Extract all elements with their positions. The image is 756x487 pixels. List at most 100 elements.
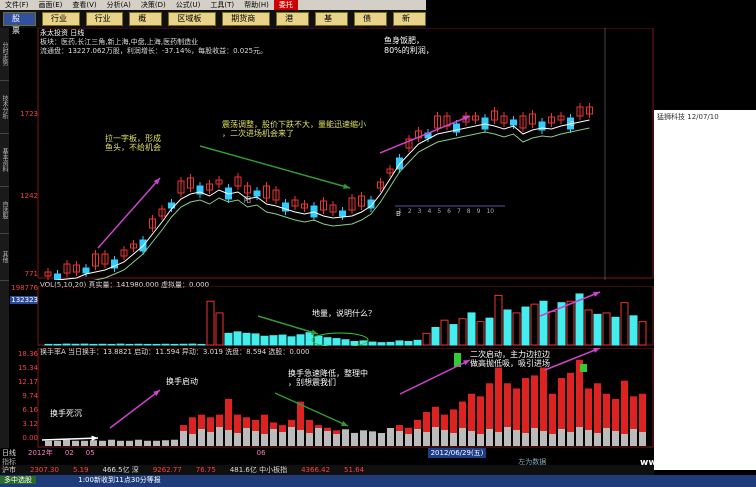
arrow-down-1-head — [343, 183, 350, 189]
turnover-bar — [531, 375, 538, 428]
year-label: 2012年 — [28, 448, 53, 457]
count-4: 4 — [427, 208, 432, 215]
price-tick-mid: 1242 — [20, 192, 38, 200]
volume-bar — [53, 343, 62, 346]
candle — [253, 190, 261, 197]
volume-bar — [530, 303, 539, 346]
menu-help[interactable]: 帮助(H) — [239, 0, 274, 10]
volume-bar — [224, 332, 233, 346]
menu-decision[interactable]: 决策(D) — [136, 0, 171, 10]
volume-bar — [638, 321, 647, 346]
volume-bar — [449, 324, 458, 346]
menu-trade[interactable]: 委托 — [273, 0, 298, 10]
right-panel-stock: 猛狮科技 — [657, 113, 685, 121]
annotation-limit-up: 拉一字板，形成 鱼头，不给机会 — [105, 134, 161, 152]
turnover-base-bar — [441, 430, 448, 446]
volume-bar — [620, 302, 629, 346]
volume-bar — [296, 334, 305, 346]
ticker-sme-change: 51.64 — [344, 466, 365, 474]
turnover-bar — [495, 367, 502, 432]
candle — [339, 210, 346, 217]
count-9: 9 — [476, 208, 481, 215]
vol-arrow-up-head — [593, 291, 600, 297]
turnover-base-bar — [468, 431, 475, 446]
tab-hk[interactable]: 港股 — [276, 12, 310, 35]
volume-bar — [215, 312, 224, 346]
turnover-base-bar — [531, 428, 538, 446]
volume-bar — [161, 343, 170, 346]
turnover-base-bar — [522, 433, 529, 446]
turnover-base-bar — [234, 433, 241, 446]
tab-news[interactable]: 新闻 — [393, 12, 426, 35]
volume-bar — [260, 335, 269, 346]
turnover-base-bar — [99, 440, 106, 446]
turnover-bar — [459, 401, 466, 428]
turnover-chart[interactable] — [0, 348, 654, 448]
vol-arrow-up — [539, 291, 601, 317]
volume-bar — [341, 339, 350, 346]
month-02: 02 — [64, 448, 74, 457]
taskbar-news: 1:00新收到11点30分等报 — [78, 476, 161, 484]
date-axis: 日线 2012年 02 05 06 2012/06/29(五) — [0, 447, 654, 458]
taskbar-app[interactable]: 多中选股 — [0, 476, 36, 484]
turnover-base-bar — [270, 429, 277, 446]
turnover-base-bar — [171, 439, 178, 446]
turnover-base-bar — [198, 429, 205, 446]
menu-file[interactable]: 文件(F) — [0, 0, 34, 10]
turnover-bar — [198, 414, 205, 429]
volume-bar — [233, 331, 242, 346]
tab-region[interactable]: 区域板块 — [168, 12, 217, 35]
turnover-base-bar — [423, 432, 430, 446]
turnover-base-bar — [333, 434, 340, 446]
menu-analysis[interactable]: 分析(A) — [102, 0, 136, 10]
volume-bar — [368, 341, 377, 346]
tab-futures[interactable]: 期货商品 — [222, 12, 271, 35]
menu-tools[interactable]: 工具(T) — [205, 0, 239, 10]
tab-concept[interactable]: 概念 — [129, 12, 163, 35]
period-label[interactable]: 日线 — [2, 448, 16, 458]
right-info-panel: 猛狮科技 12/07/10 — [654, 110, 756, 470]
tab-stock[interactable]: 股票 — [3, 12, 36, 35]
tab-fund[interactable]: 基金 — [315, 12, 349, 35]
turnover-base-bar — [540, 431, 547, 446]
turnover-base-bar — [477, 434, 484, 446]
volume-bar — [629, 315, 638, 346]
volume-bar — [611, 316, 620, 346]
turnover-base-bar — [432, 427, 439, 446]
tab-industry1[interactable]: 行业1 — [41, 12, 80, 35]
price-tick-low: 771 — [24, 270, 38, 278]
turnover-base-bar — [450, 433, 457, 446]
volume-bar — [242, 332, 251, 346]
menu-view[interactable]: 查看(V) — [67, 0, 101, 10]
turnover-base-bar — [252, 431, 259, 446]
arrow-up-1 — [97, 177, 161, 249]
tab-bond[interactable]: 债券 — [354, 12, 388, 35]
volume-bar — [269, 335, 278, 346]
turnover-bar — [522, 378, 529, 433]
volume-bar — [323, 337, 332, 346]
menu-formula[interactable]: 公式(U) — [171, 0, 206, 10]
tab-industry2[interactable]: 行业2 — [85, 12, 124, 35]
turnover-bar — [432, 406, 439, 427]
turnover-bar — [279, 425, 286, 432]
turnover-bar — [306, 419, 313, 433]
turnover-bar — [486, 383, 493, 429]
turnover-base-bar — [288, 427, 295, 446]
menu-view-screen[interactable]: 画面(E) — [34, 0, 68, 10]
volume-bar — [179, 343, 188, 346]
volume-bar — [467, 312, 476, 346]
volume-bar — [422, 332, 431, 346]
kline-chart[interactable] — [0, 28, 654, 280]
vol-arrow-head — [311, 329, 318, 335]
turnover-bar — [324, 427, 331, 431]
turnover-base-bar — [369, 431, 376, 446]
volume-bar — [71, 343, 80, 346]
turnover-base-bar — [162, 440, 169, 446]
turnover-base-bar — [585, 430, 592, 446]
turnover-bar — [468, 393, 475, 431]
turnover-base-bar — [558, 429, 565, 446]
volume-bar — [548, 310, 557, 346]
turnover-base-bar — [351, 432, 358, 446]
turnover-bar — [315, 425, 322, 428]
index-ticker: 沪市 2307.30 5.19 466.5亿 深 9262.77 76.75 4… — [0, 465, 654, 475]
